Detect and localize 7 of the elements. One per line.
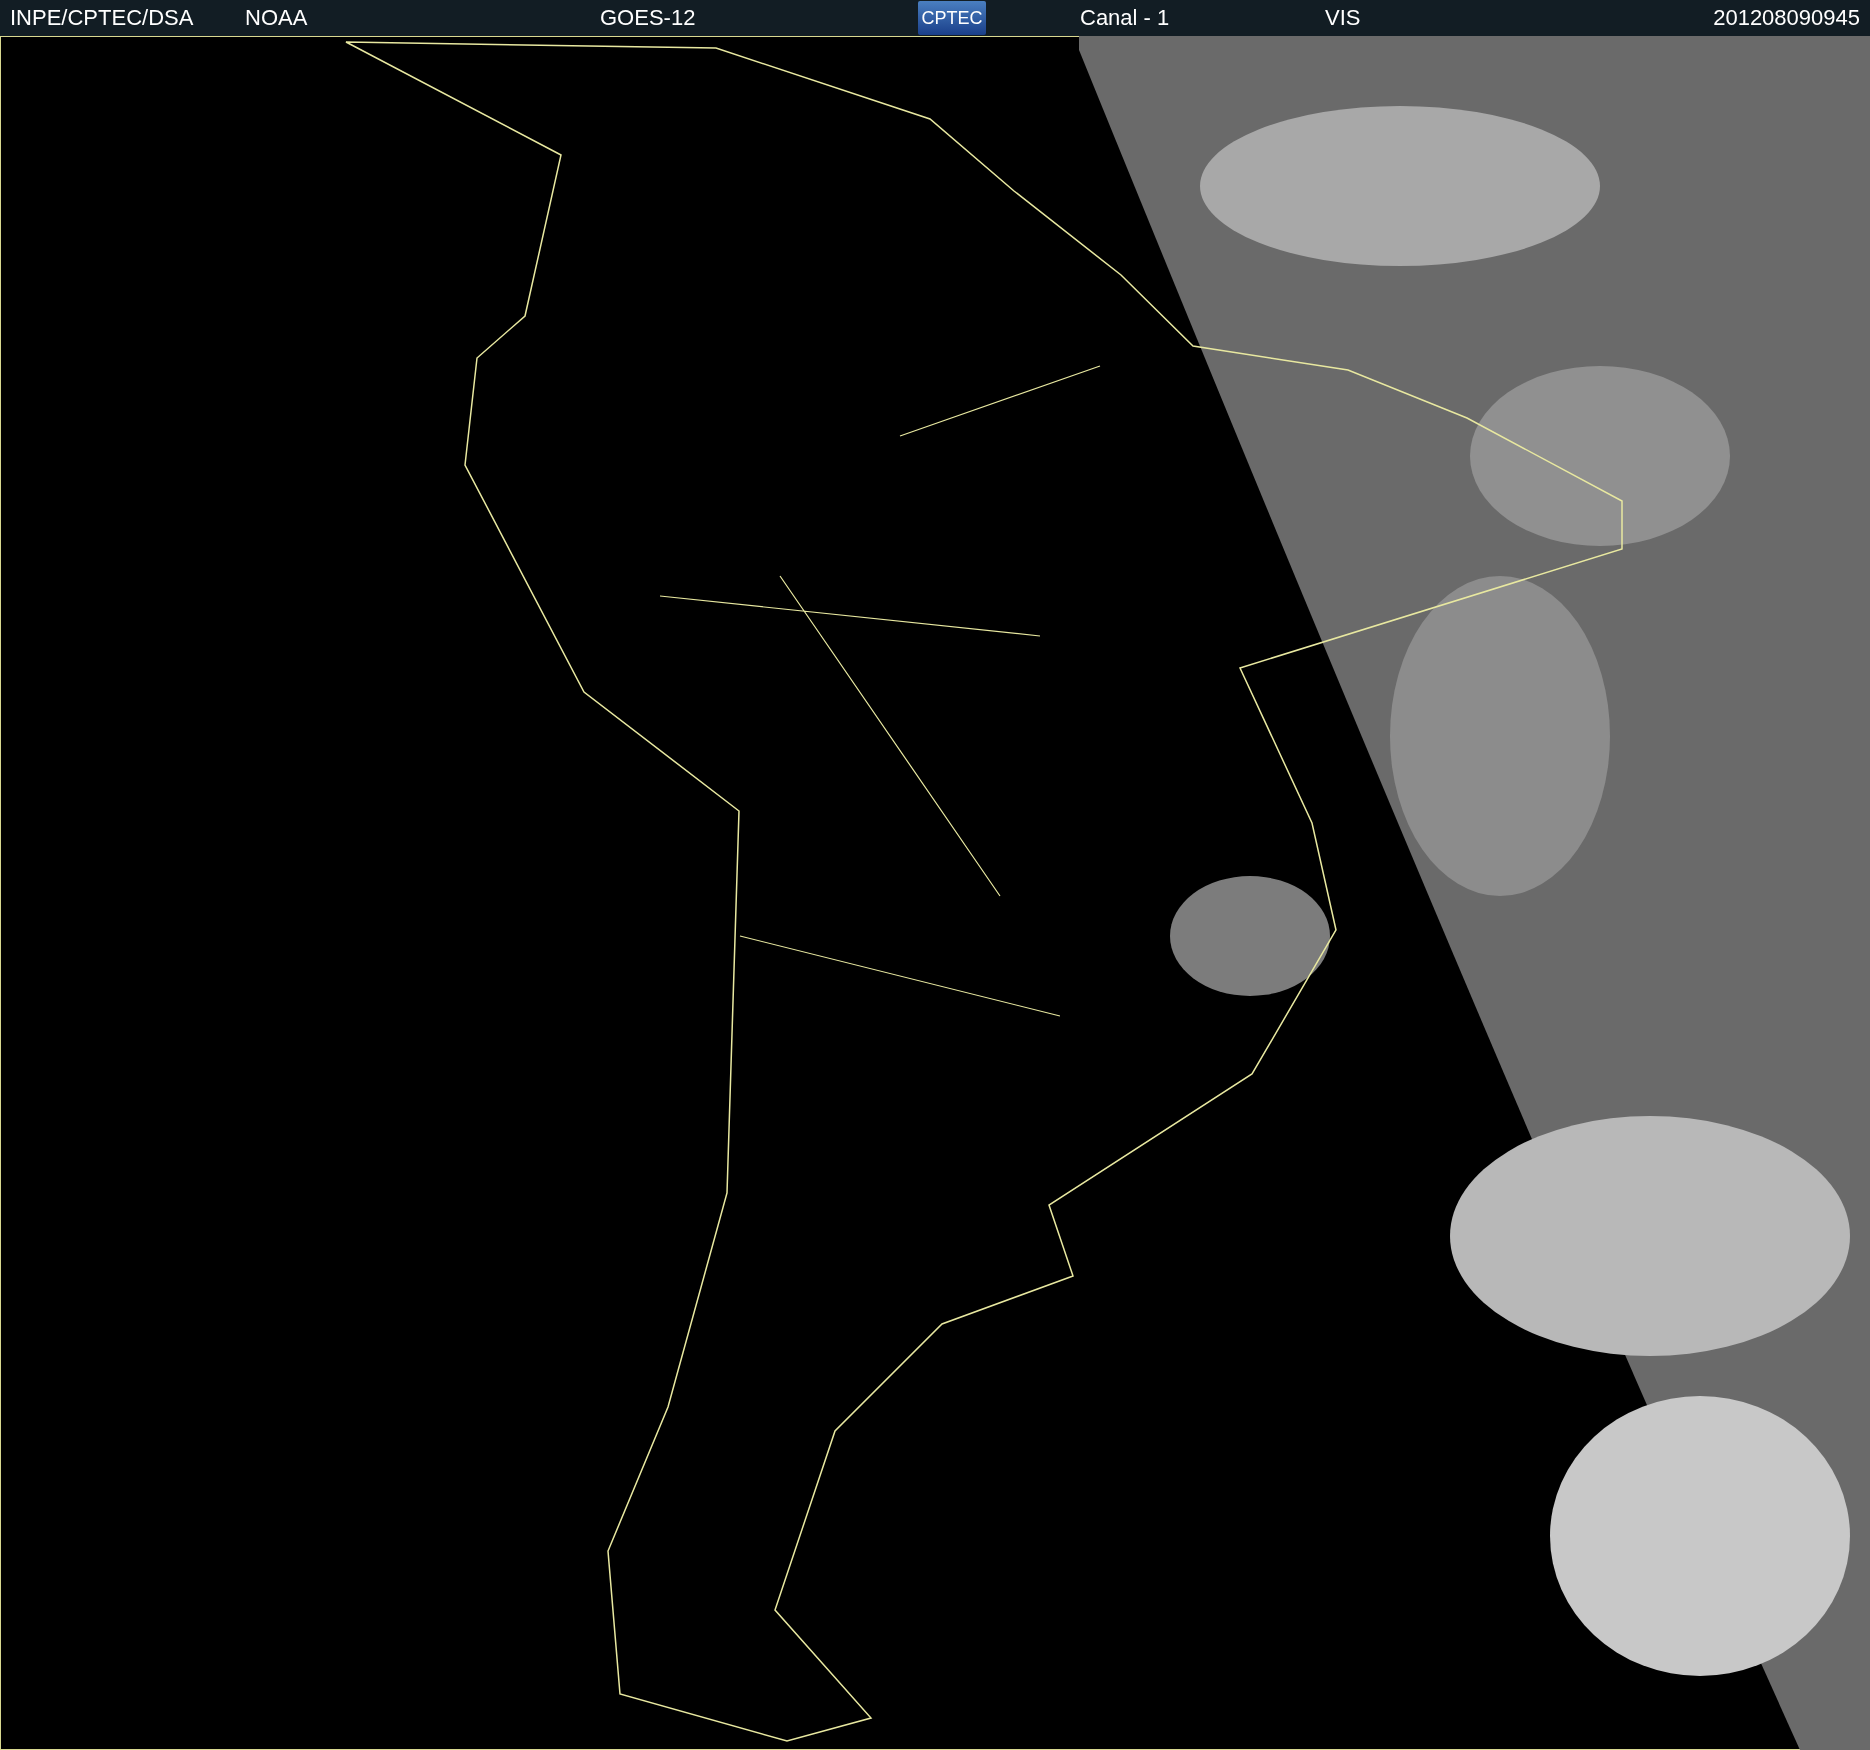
channel-label: Canal - 1 <box>1080 5 1171 31</box>
source-label: INPE/CPTEC/DSA <box>10 5 195 31</box>
band-label: VIS <box>1325 5 1362 31</box>
timestamp-label: 201208090945 <box>1713 5 1860 31</box>
agency-label: NOAA <box>245 5 309 31</box>
satellite-label: GOES-12 <box>600 5 697 31</box>
logo: CPTEC <box>918 1 986 35</box>
